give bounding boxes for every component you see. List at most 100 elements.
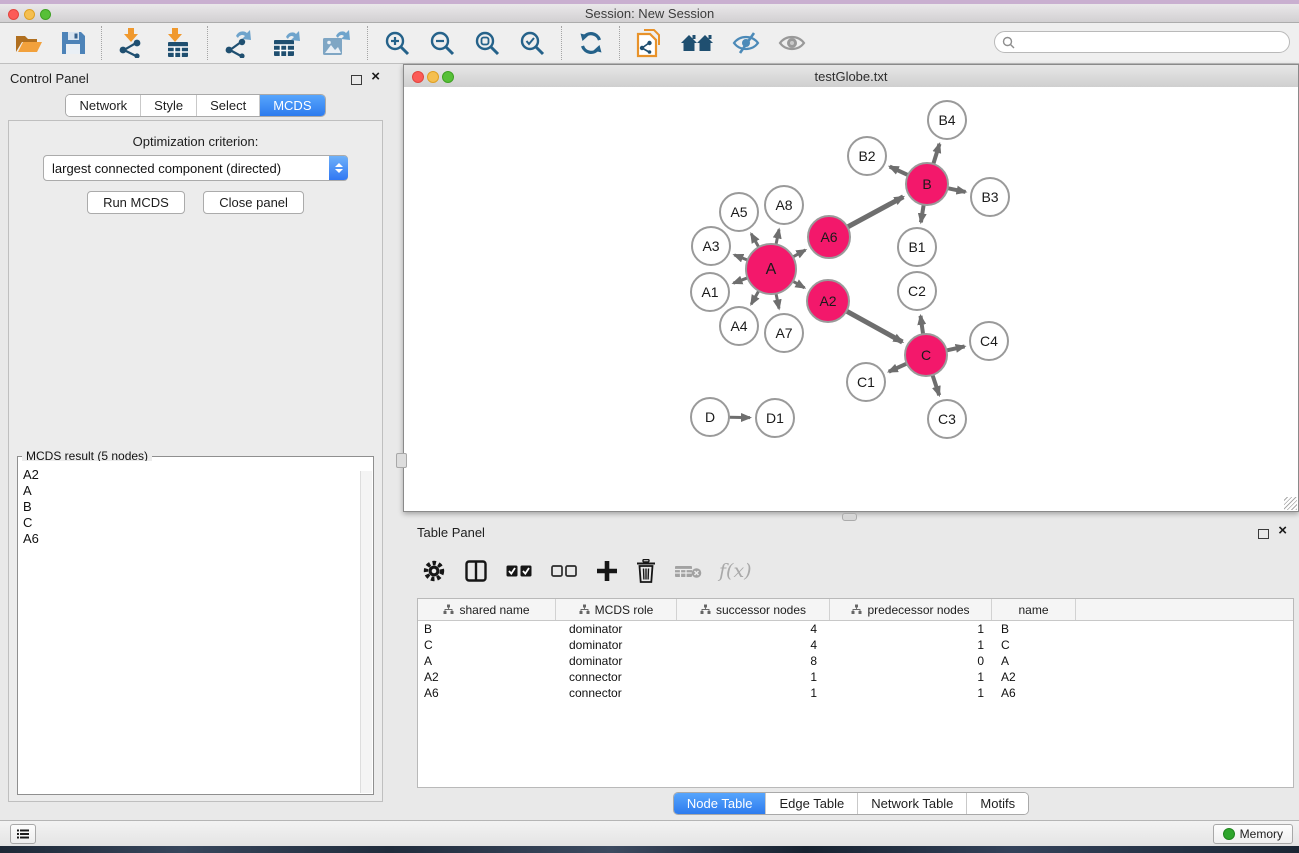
graph-edge-B-B4[interactable] <box>933 144 939 164</box>
tab-network[interactable]: Network <box>66 95 140 116</box>
graph-edge-A6-B[interactable] <box>848 197 904 227</box>
graph-edge-A-A3[interactable] <box>734 255 747 260</box>
memory-status-dot <box>1223 828 1235 840</box>
tab-node-table[interactable]: Node Table <box>674 793 766 814</box>
import-table-icon <box>164 28 192 58</box>
mcds-result-item[interactable]: A <box>23 483 372 499</box>
zoom-out-button[interactable] <box>427 28 458 59</box>
import-table-button[interactable] <box>162 26 194 60</box>
save-session-button[interactable] <box>59 29 88 57</box>
close-panel-icon[interactable]: × <box>371 72 380 82</box>
close-table-panel-icon[interactable]: × <box>1278 526 1287 536</box>
search-field[interactable] <box>994 31 1290 53</box>
home-button[interactable] <box>678 29 716 57</box>
table-row[interactable]: A2connector11A2 <box>418 669 1293 685</box>
deselect-all-rows-button[interactable] <box>551 564 578 578</box>
export-table-button[interactable] <box>270 26 305 60</box>
network-window-title: testGlobe.txt <box>404 69 1298 84</box>
task-history-button[interactable] <box>10 824 36 844</box>
graph-edge-A-A8[interactable] <box>776 230 779 245</box>
refresh-view-button[interactable] <box>576 28 606 58</box>
tab-select[interactable]: Select <box>196 95 259 116</box>
memory-button[interactable]: Memory <box>1213 824 1293 844</box>
zoom-selected-button[interactable] <box>517 28 548 59</box>
import-network-button[interactable] <box>116 26 148 60</box>
attribute-type-icon <box>579 604 590 615</box>
show-column-panel-button[interactable] <box>464 559 488 583</box>
result-list-scrollbar[interactable] <box>360 471 372 793</box>
graph-edge-A2-C[interactable] <box>846 311 902 342</box>
graph-edge-B-B2[interactable] <box>890 167 908 176</box>
column-header-MCDS-role[interactable]: MCDS role <box>556 599 677 620</box>
export-network-button[interactable] <box>222 26 256 60</box>
delete-table-button[interactable] <box>674 563 702 579</box>
export-network-icon <box>224 28 254 58</box>
select-all-rows-button[interactable] <box>506 564 533 578</box>
criterion-dropdown[interactable]: largest connected component (directed) <box>43 155 348 181</box>
function-builder-button[interactable]: f(x) <box>719 560 752 582</box>
table-cell: A6 <box>418 685 556 701</box>
column-header-label: MCDS role <box>595 603 654 617</box>
column-header-label: successor nodes <box>716 603 806 617</box>
graph-edge-C-C2[interactable] <box>921 316 924 334</box>
mcds-button-row: Run MCDS Close panel <box>9 191 382 214</box>
graph-edge-A-A6[interactable] <box>793 250 806 257</box>
graph-edge-B-B3[interactable] <box>948 188 966 192</box>
mcds-result-item[interactable]: B <box>23 499 372 515</box>
graph-edge-B-B1[interactable] <box>921 205 924 223</box>
table-row[interactable]: Adominator80A <box>418 653 1293 669</box>
export-image-button[interactable] <box>319 26 354 60</box>
mcds-result-list[interactable]: A2ABCA6 <box>19 461 372 793</box>
graph-node-label-A6: A6 <box>820 229 837 245</box>
network-graph-svg[interactable]: B4B2BB3B1C2A5A8A6A3AA1A2A4A7C4CC1C3DD1 <box>404 87 1298 511</box>
attribute-type-icon <box>851 604 862 615</box>
open-session-button[interactable] <box>13 29 45 57</box>
column-header-name[interactable]: name <box>992 599 1076 620</box>
table-options-button[interactable] <box>422 559 446 583</box>
graph-edge-A-A4[interactable] <box>751 291 759 304</box>
search-input[interactable] <box>1019 34 1289 50</box>
table-panel-title: Table Panel <box>417 525 485 540</box>
divider-grip-vertical[interactable] <box>396 453 407 468</box>
graph-node-label-D1: D1 <box>766 410 784 426</box>
mcds-result-item[interactable]: A2 <box>23 467 372 483</box>
close-panel-button[interactable]: Close panel <box>203 191 304 214</box>
zoom-fit-button[interactable] <box>472 28 503 59</box>
eye-icon <box>778 31 806 55</box>
float-panel-icon[interactable] <box>351 72 362 90</box>
graph-edge-C-C3[interactable] <box>933 375 940 395</box>
toolbar-separator <box>619 26 621 60</box>
table-row[interactable]: A6connector11A6 <box>418 685 1293 701</box>
mcds-result-item[interactable]: C <box>23 515 372 531</box>
tab-network-table[interactable]: Network Table <box>857 793 966 814</box>
column-header-successor-nodes[interactable]: successor nodes <box>677 599 830 620</box>
tab-style[interactable]: Style <box>140 95 196 116</box>
run-mcds-button[interactable]: Run MCDS <box>87 191 185 214</box>
graph-edge-A-A7[interactable] <box>776 294 779 309</box>
table-cell: 4 <box>677 621 830 637</box>
tab-edge-table[interactable]: Edge Table <box>765 793 857 814</box>
table-row[interactable]: Bdominator41B <box>418 621 1293 637</box>
duplicate-network-button[interactable] <box>634 26 664 60</box>
window-resize-grip[interactable] <box>1284 497 1297 510</box>
table-row[interactable]: Cdominator41C <box>418 637 1293 653</box>
zoom-in-button[interactable] <box>382 28 413 59</box>
delete-columns-button[interactable] <box>636 559 656 583</box>
tab-motifs[interactable]: Motifs <box>966 793 1028 814</box>
graph-edge-A-A1[interactable] <box>733 278 747 283</box>
zoom-fit-icon <box>474 30 501 57</box>
add-column-button[interactable] <box>596 560 618 582</box>
mcds-result-item[interactable]: A6 <box>23 531 372 547</box>
graph-edge-C-C4[interactable] <box>947 346 965 350</box>
graph-edge-A-A2[interactable] <box>793 281 805 288</box>
table-toolbar: f(x) <box>413 550 1293 592</box>
column-header-shared-name[interactable]: shared name <box>418 599 556 620</box>
column-header-predecessor-nodes[interactable]: predecessor nodes <box>830 599 992 620</box>
graph-edge-A-A5[interactable] <box>751 234 759 247</box>
tab-mcds[interactable]: MCDS <box>259 95 324 116</box>
graph-edge-C-C1[interactable] <box>889 364 907 372</box>
float-table-panel-icon[interactable] <box>1258 526 1269 544</box>
show-details-button[interactable] <box>776 29 808 57</box>
hide-details-button[interactable] <box>730 29 762 57</box>
desktop-strip-bottom <box>0 846 1299 853</box>
